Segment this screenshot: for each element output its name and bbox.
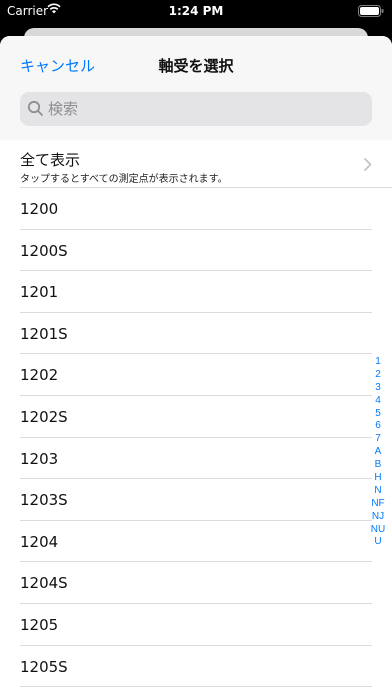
index-entry[interactable]: 5 — [375, 408, 381, 421]
page-title: 軸受を選択 — [158, 57, 234, 75]
index-entry[interactable]: A — [375, 446, 382, 459]
list-item-label: 1201S — [20, 324, 68, 343]
list-item-label: 1203S — [20, 491, 68, 510]
index-entry[interactable]: N — [374, 485, 381, 498]
list-item[interactable]: 1204S — [20, 562, 372, 604]
index-entry[interactable]: 7 — [375, 433, 381, 446]
list-item[interactable]: 1203S — [20, 479, 372, 521]
list-item[interactable]: 1205 — [20, 604, 372, 646]
list-item-label: 1201 — [20, 283, 59, 302]
battery-icon — [358, 5, 384, 20]
index-entry[interactable]: U — [374, 536, 381, 549]
list-item-label: 1203 — [20, 449, 59, 468]
bearing-list: 全て表示 タップするとすべての測定点が表示されます。 1200 1200S 12… — [0, 140, 392, 688]
index-entry[interactable]: 4 — [375, 395, 381, 408]
navigation-bar: キャンセル 軸受を選択 — [0, 36, 392, 92]
show-all-row[interactable]: 全て表示 タップするとすべての測定点が表示されます。 — [20, 140, 392, 188]
show-all-subtitle: タップするとすべての測定点が表示されます。 — [20, 174, 228, 185]
index-entry[interactable]: 2 — [375, 369, 381, 382]
list-item[interactable]: 1200 — [20, 188, 372, 230]
list-item[interactable]: 1202 — [20, 354, 372, 396]
index-entry[interactable]: 3 — [375, 382, 381, 395]
show-all-title: 全て表示 — [20, 151, 81, 169]
list-item-label: 1202S — [20, 407, 68, 426]
index-entry[interactable]: NJ — [372, 511, 384, 524]
search-icon — [27, 100, 44, 121]
bearing-picker-sheet: キャンセル 軸受を選択 全て表示 タップするとすべての測定点が表示されます。 1… — [0, 36, 392, 696]
index-entry[interactable]: NF — [371, 498, 384, 511]
list-item[interactable]: 1204 — [20, 521, 372, 563]
list-item[interactable]: 1203 — [20, 438, 372, 480]
index-entry[interactable]: B — [375, 459, 382, 472]
list-item[interactable]: 1202S — [20, 396, 372, 438]
status-time: 1:24 PM — [168, 4, 224, 18]
list-item-label: 1200S — [20, 241, 68, 260]
list-item[interactable]: 1201 — [20, 271, 372, 313]
index-entry[interactable]: 6 — [375, 420, 381, 433]
index-entry[interactable]: H — [374, 472, 381, 485]
list-item[interactable]: 1205S — [20, 646, 372, 688]
list-item-label: 1205 — [20, 615, 59, 634]
search-bar[interactable] — [20, 92, 372, 126]
section-index[interactable]: 1 2 3 4 5 6 7 A B H N NF NJ NU U — [368, 356, 388, 549]
index-entry[interactable]: 1 — [375, 356, 381, 369]
chevron-right-icon — [364, 156, 372, 175]
search-input[interactable] — [48, 92, 358, 126]
list-item-label: 1204 — [20, 532, 59, 551]
list-item[interactable]: 1200S — [20, 230, 372, 272]
list-item-label: 1205S — [20, 657, 68, 676]
status-bar: Carrier 1:24 PM — [0, 0, 392, 24]
index-entry[interactable]: NU — [371, 524, 385, 537]
list-item-label: 1204S — [20, 574, 68, 593]
list-item[interactable]: 1201S — [20, 313, 372, 355]
list-item-label: 1202 — [20, 366, 59, 385]
list-item-label: 1200 — [20, 200, 59, 218]
